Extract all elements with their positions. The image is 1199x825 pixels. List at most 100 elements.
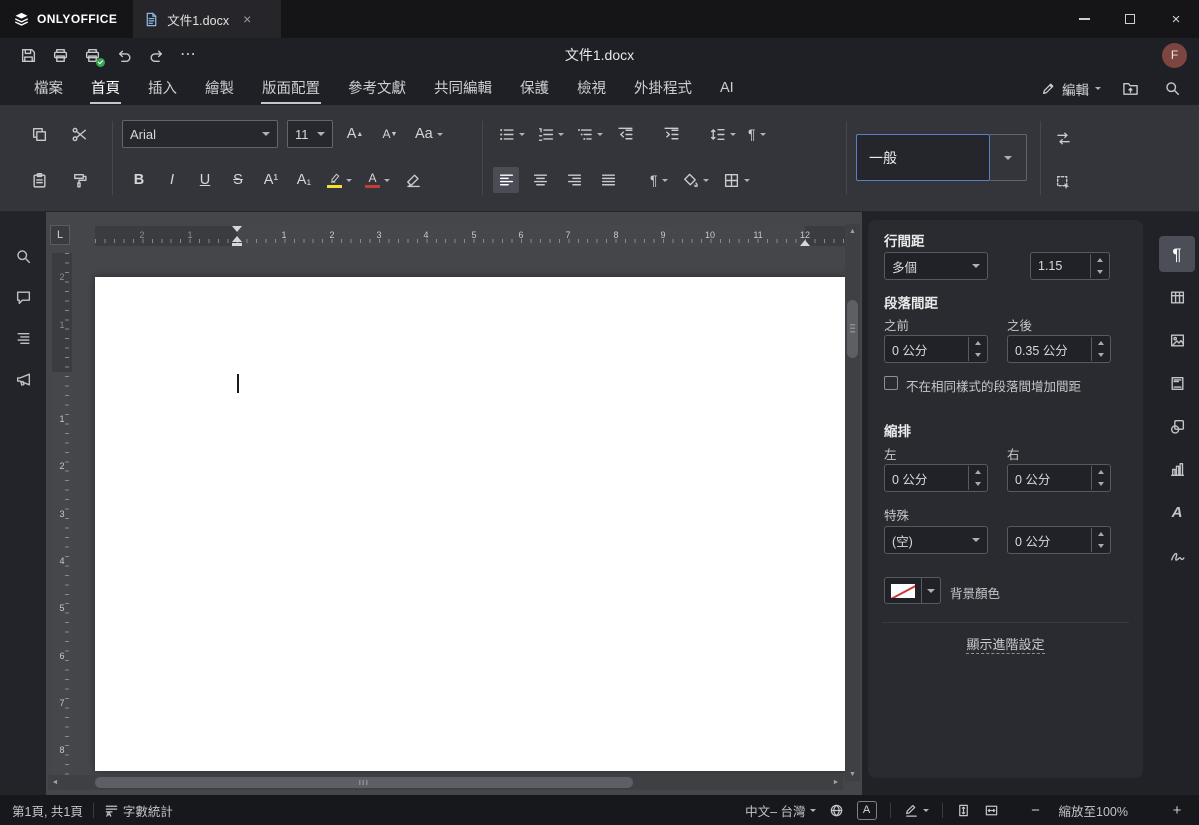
- line-spacing-button[interactable]: [706, 121, 739, 147]
- line-spacing-value-spinner[interactable]: 1.15: [1030, 252, 1110, 280]
- right-indent-marker[interactable]: [800, 240, 810, 246]
- vertical-scroll-thumb[interactable]: [847, 300, 858, 358]
- search-button[interactable]: [1159, 76, 1185, 102]
- increase-font-size-button[interactable]: A▲: [342, 121, 368, 147]
- scroll-up-button[interactable]: ▲: [845, 224, 860, 238]
- tab-view[interactable]: 檢視: [563, 70, 620, 107]
- font-size-select[interactable]: 11: [287, 120, 333, 148]
- change-case-button[interactable]: Aa: [412, 121, 446, 147]
- tab-stop-selector[interactable]: L: [50, 225, 70, 245]
- save-button[interactable]: [12, 41, 44, 69]
- nonprinting-characters-button[interactable]: ¶: [647, 167, 671, 193]
- align-left-button[interactable]: [493, 167, 519, 193]
- horizontal-ruler[interactable]: 2 1 1 2 3 4 5 6 7 8 9 10 11 12: [95, 226, 847, 246]
- special-indent-amount-spinner[interactable]: 0 公分: [1007, 526, 1111, 554]
- document-tab[interactable]: 文件1.docx ×: [133, 0, 281, 38]
- underline-button[interactable]: U: [192, 167, 218, 193]
- tab-layout[interactable]: 版面配置: [248, 70, 334, 107]
- copy-button[interactable]: [26, 121, 52, 147]
- special-indent-select[interactable]: (空): [884, 526, 988, 554]
- style-preview-normal[interactable]: 一般: [856, 134, 990, 181]
- track-changes-button[interactable]: [904, 803, 929, 818]
- fit-page-button[interactable]: [956, 803, 971, 818]
- open-file-location-button[interactable]: [1117, 76, 1143, 102]
- align-center-button[interactable]: [527, 167, 553, 193]
- window-minimize-button[interactable]: [1061, 0, 1107, 38]
- spinner-arrows[interactable]: [1091, 528, 1109, 552]
- align-justify-button[interactable]: [595, 167, 621, 193]
- fit-width-button[interactable]: [984, 803, 999, 818]
- numbered-list-button[interactable]: [534, 121, 567, 147]
- borders-button[interactable]: [720, 167, 753, 193]
- tab-insert[interactable]: 插入: [134, 70, 191, 107]
- cut-button[interactable]: [66, 121, 92, 147]
- paragraph-mark-button[interactable]: ¶: [745, 121, 769, 147]
- italic-button[interactable]: I: [159, 167, 185, 193]
- indent-left-spinner[interactable]: 0 公分: [884, 464, 988, 492]
- spacing-after-spinner[interactable]: 0.35 公分: [1007, 335, 1111, 363]
- header-footer-settings-button[interactable]: [1159, 365, 1195, 401]
- word-count-button[interactable]: 字數統計: [104, 801, 173, 820]
- vertical-scrollbar[interactable]: ▲ ▼: [845, 224, 860, 781]
- customize-quick-access-button[interactable]: ⋯: [172, 41, 204, 69]
- window-close-button[interactable]: ×: [1153, 0, 1199, 38]
- feedback-button[interactable]: [7, 363, 39, 395]
- zoom-level[interactable]: 縮放至100%: [1059, 801, 1128, 820]
- scroll-down-button[interactable]: ▼: [845, 767, 860, 781]
- highlight-color-button[interactable]: [324, 167, 355, 193]
- tab-plugins[interactable]: 外掛程式: [620, 70, 706, 107]
- tab-ai[interactable]: AI: [706, 73, 748, 105]
- decrease-indent-button[interactable]: [612, 121, 638, 147]
- document-page[interactable]: [95, 277, 847, 771]
- navigation-button[interactable]: [7, 322, 39, 354]
- strikethrough-button[interactable]: S: [225, 167, 251, 193]
- table-settings-button[interactable]: [1159, 279, 1195, 315]
- spacing-before-spinner[interactable]: 0 公分: [884, 335, 988, 363]
- select-tool-button[interactable]: [1050, 169, 1076, 195]
- quick-print-button[interactable]: [76, 41, 108, 69]
- superscript-button[interactable]: A¹: [258, 167, 284, 193]
- paragraph-settings-button[interactable]: ¶: [1159, 236, 1195, 272]
- tab-home[interactable]: 首頁: [77, 70, 134, 107]
- shape-settings-button[interactable]: [1159, 408, 1195, 444]
- bullet-list-button[interactable]: [495, 121, 528, 147]
- tab-references[interactable]: 參考文獻: [334, 70, 420, 107]
- undo-button[interactable]: [108, 41, 140, 69]
- shading-button[interactable]: [679, 167, 712, 193]
- increase-indent-button[interactable]: [658, 121, 684, 147]
- spinner-arrows[interactable]: [1091, 466, 1109, 490]
- same-style-spacing-checkbox[interactable]: [884, 376, 898, 390]
- tab-file[interactable]: 檔案: [20, 70, 77, 107]
- find-button[interactable]: [7, 240, 39, 272]
- spinner-arrows[interactable]: [968, 466, 986, 490]
- styles-gallery-expand-button[interactable]: [990, 134, 1027, 181]
- vertical-ruler[interactable]: 2 1 1 2 3 4 5 6 7 8: [52, 253, 72, 775]
- scroll-left-button[interactable]: ◄: [48, 775, 62, 790]
- spinner-arrows[interactable]: [1091, 337, 1109, 361]
- spinner-arrows[interactable]: [1090, 254, 1108, 278]
- tab-collaboration[interactable]: 共同編輯: [420, 70, 506, 107]
- tab-close-icon[interactable]: ×: [243, 12, 251, 26]
- set-language-button[interactable]: [829, 803, 844, 818]
- scroll-right-button[interactable]: ►: [829, 775, 843, 790]
- zoom-out-button[interactable]: −: [1026, 802, 1046, 819]
- first-line-indent-marker[interactable]: [232, 226, 242, 232]
- page-indicator[interactable]: 第1頁, 共1頁: [12, 801, 83, 820]
- clear-formatting-button[interactable]: [400, 167, 426, 193]
- chart-settings-button[interactable]: [1159, 451, 1195, 487]
- align-right-button[interactable]: [561, 167, 587, 193]
- line-spacing-type-select[interactable]: 多個: [884, 252, 988, 280]
- tab-draw[interactable]: 繪製: [191, 70, 248, 107]
- spell-check-button[interactable]: A: [857, 801, 877, 820]
- font-name-select[interactable]: Arial: [122, 120, 278, 148]
- hanging-indent-marker[interactable]: [232, 236, 242, 242]
- bold-button[interactable]: B: [126, 167, 152, 193]
- signature-settings-button[interactable]: [1159, 537, 1195, 573]
- text-language-button[interactable]: 中文– 台灣: [745, 801, 815, 820]
- left-indent-marker[interactable]: [232, 243, 242, 247]
- indent-right-spinner[interactable]: 0 公分: [1007, 464, 1111, 492]
- font-color-button[interactable]: A: [362, 167, 393, 193]
- redo-button[interactable]: [140, 41, 172, 69]
- paste-button[interactable]: [26, 167, 52, 193]
- tab-protection[interactable]: 保護: [506, 70, 563, 107]
